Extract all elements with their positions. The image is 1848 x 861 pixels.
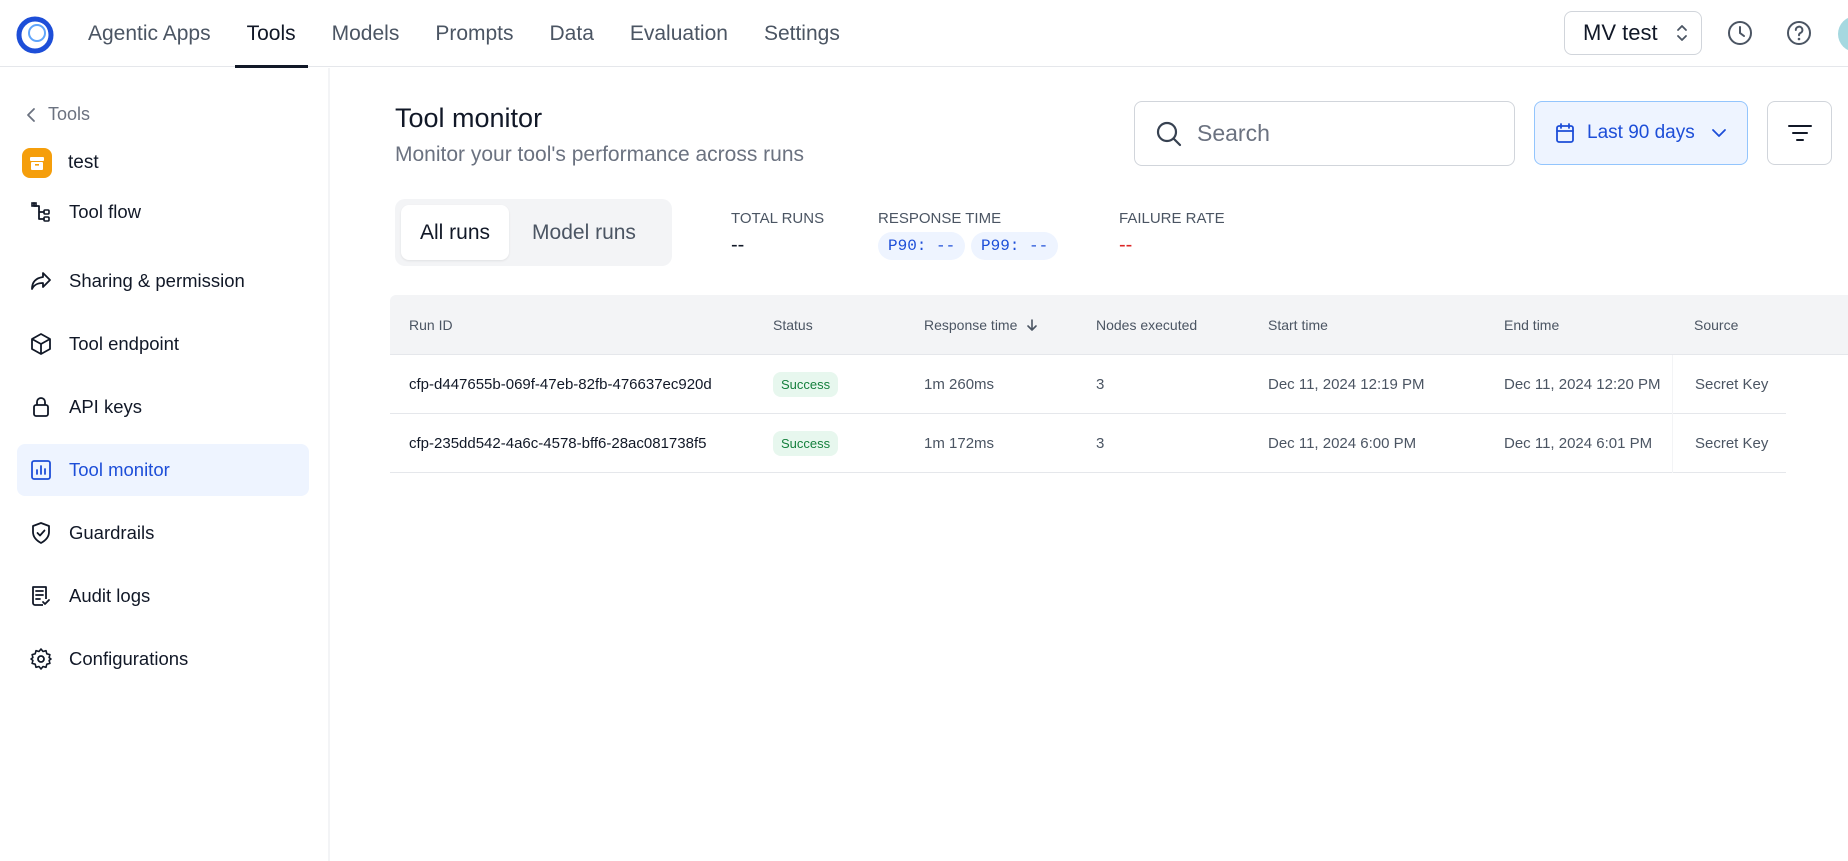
cube-icon: [31, 333, 51, 355]
sidebar-item-guardrails[interactable]: Guardrails: [17, 507, 309, 559]
sidebar-item-api-keys[interactable]: API keys: [17, 381, 309, 433]
arrow-down-icon: [1027, 319, 1038, 331]
chevron-up-down-icon: [1677, 25, 1687, 41]
shield-icon: [32, 522, 50, 544]
nav-evaluation[interactable]: Evaluation: [612, 0, 746, 67]
total-runs-label: TOTAL RUNS: [731, 210, 825, 227]
cell-start-time: Dec 11, 2024 12:19 PM: [1268, 376, 1425, 393]
date-range-label: Last 90 days: [1587, 122, 1695, 143]
history-icon[interactable]: [1724, 17, 1756, 49]
tool-name: test: [22, 148, 99, 178]
sidebar-item-sharing[interactable]: Sharing & permission: [17, 255, 309, 307]
nav-tools[interactable]: Tools: [229, 0, 314, 68]
cell-status: Success: [773, 355, 839, 414]
cell-status: Success: [773, 414, 839, 473]
col-source[interactable]: Source: [1694, 295, 1738, 355]
main-nav: Agentic Apps Tools Models Prompts Data E…: [70, 0, 858, 68]
top-bar: Agentic Apps Tools Models Prompts Data E…: [0, 0, 1848, 68]
nav-data[interactable]: Data: [532, 0, 612, 67]
nav-settings[interactable]: Settings: [746, 0, 858, 67]
cell-run-id[interactable]: cfp-235dd542-4a6c-4578-bff6-28ac081738f5: [409, 414, 706, 473]
avatar[interactable]: [1838, 16, 1848, 52]
sidebar-item-tool-flow[interactable]: Tool flow: [17, 192, 309, 232]
app-logo-icon[interactable]: [16, 16, 54, 54]
sidebar-item-label: Sharing & permission: [69, 270, 245, 291]
filter-icon: [1787, 125, 1812, 141]
p99-pill: P99: --: [971, 232, 1059, 260]
cell-response-time: 1m 260ms: [924, 376, 995, 393]
date-range-button[interactable]: Last 90 days: [1534, 101, 1748, 165]
help-icon[interactable]: [1783, 17, 1815, 49]
tab-model-runs[interactable]: Model runs: [509, 205, 659, 260]
sidebar-item-label: Tool monitor: [69, 459, 170, 480]
chevron-left-icon: [27, 107, 35, 122]
sidebar-item-label: Tool flow: [69, 201, 141, 222]
sidebar-item-label: Audit logs: [69, 585, 151, 606]
table-header: Run ID Status Response time Nodes execut…: [390, 295, 1848, 355]
log-icon: [32, 586, 50, 606]
failure-rate-label: FAILURE RATE: [1119, 210, 1225, 227]
table-row[interactable]: cfp-235dd542-4a6c-4578-bff6-28ac081738f5…: [390, 414, 1786, 473]
search-box[interactable]: [1134, 101, 1515, 166]
status-badge: Success: [773, 431, 839, 456]
col-nodes-executed[interactable]: Nodes executed: [1096, 295, 1197, 355]
total-runs-value: --: [731, 234, 745, 256]
runs-table: Run ID Status Response time Nodes execut…: [390, 295, 1848, 473]
org-select[interactable]: MV test: [1564, 11, 1702, 55]
col-status[interactable]: Status: [773, 295, 813, 355]
lock-icon: [33, 397, 49, 417]
cell-end-time: Dec 11, 2024 12:20 PM: [1504, 376, 1661, 393]
cell-source: Secret Key: [1672, 355, 1768, 414]
sidebar: Tools test Tool flow Sharing & permissio…: [0, 68, 330, 861]
share-icon: [31, 272, 51, 290]
sidebar-item-tool-endpoint[interactable]: Tool endpoint: [17, 318, 309, 370]
sidebar-item-label: Tool endpoint: [69, 333, 180, 354]
col-response-time-label: Response time: [924, 317, 1018, 333]
search-input[interactable]: [1197, 120, 1497, 147]
cell-nodes-executed: 3: [1096, 376, 1105, 393]
sidebar-item-label: Guardrails: [69, 522, 155, 543]
col-response-time[interactable]: Response time: [924, 295, 1039, 355]
tab-all-runs[interactable]: All runs: [401, 205, 509, 260]
chart-icon: [31, 460, 51, 480]
p90-pill: P90: --: [878, 232, 966, 260]
nav-prompts[interactable]: Prompts: [417, 0, 531, 67]
run-type-tabs: All runs Model runs: [395, 199, 672, 266]
chevron-down-icon: [1711, 129, 1726, 137]
tool-flow-icon: [31, 202, 50, 222]
cell-response-time: 1m 172ms: [924, 435, 995, 452]
tool-box-icon: [22, 148, 52, 178]
table-row[interactable]: cfp-d447655b-069f-47eb-82fb-476637ec920d…: [390, 355, 1786, 414]
gear-icon: [30, 648, 52, 670]
cell-start-time: Dec 11, 2024 6:00 PM: [1268, 435, 1417, 452]
filter-button[interactable]: [1767, 101, 1832, 165]
sidebar-item-label: API keys: [69, 396, 142, 417]
sidebar-item-tool-monitor[interactable]: Tool monitor: [17, 444, 309, 496]
cell-end-time: Dec 11, 2024 6:01 PM: [1504, 435, 1653, 452]
col-run-id[interactable]: Run ID: [409, 295, 453, 355]
failure-rate-value: --: [1119, 234, 1133, 256]
cell-run-id[interactable]: cfp-d447655b-069f-47eb-82fb-476637ec920d: [409, 355, 712, 414]
col-end-time[interactable]: End time: [1504, 295, 1559, 355]
cell-source: Secret Key: [1672, 414, 1768, 473]
col-start-time[interactable]: Start time: [1268, 295, 1328, 355]
status-badge: Success: [773, 372, 839, 397]
sidebar-menu: Tool flow Sharing & permission Tool endp…: [17, 192, 309, 696]
org-select-label: MV test: [1583, 20, 1658, 45]
tool-name-label: test: [68, 152, 99, 173]
back-link[interactable]: Tools: [26, 104, 90, 125]
back-link-label: Tools: [48, 104, 91, 124]
page-subtitle: Monitor your tool's performance across r…: [395, 143, 805, 166]
calendar-icon: [1556, 123, 1574, 143]
nav-agentic-apps[interactable]: Agentic Apps: [70, 0, 229, 67]
sidebar-item-audit-logs[interactable]: Audit logs: [17, 570, 309, 622]
sidebar-item-configurations[interactable]: Configurations: [17, 633, 309, 685]
page-title: Tool monitor: [395, 103, 543, 133]
response-time-label: RESPONSE TIME: [878, 210, 1002, 227]
search-icon: [1156, 121, 1182, 146]
cell-nodes-executed: 3: [1096, 435, 1105, 452]
sidebar-item-label: Configurations: [69, 648, 189, 669]
nav-models[interactable]: Models: [314, 0, 418, 67]
